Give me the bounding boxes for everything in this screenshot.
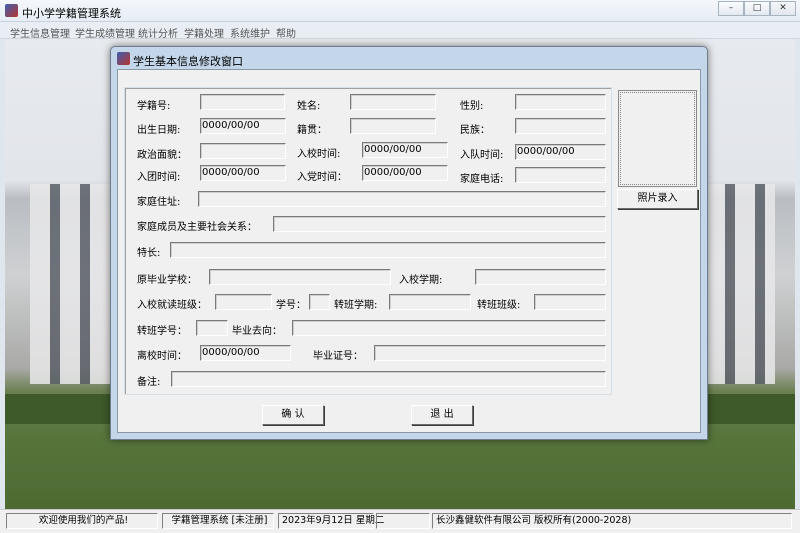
status-date: 2023年9月12日 星期二: [278, 513, 384, 529]
label-transfer-no: 转班学号：: [137, 326, 187, 337]
menu-statistics[interactable]: 统计分析: [138, 25, 178, 40]
label-pioneer-date: 入队时间:: [460, 150, 504, 161]
label-home-phone: 家庭电话:: [460, 174, 504, 185]
label-transfer-class: 转班班级:: [477, 300, 521, 311]
label-diploma-no: 毕业证号：: [313, 351, 363, 362]
label-enroll-term: 入校学期:: [399, 275, 443, 286]
menu-maintenance[interactable]: 系统维护: [230, 25, 270, 40]
home-address-input[interactable]: [198, 191, 606, 207]
label-home-address: 家庭住址:: [137, 197, 181, 208]
label-ethnicity: 民族：: [460, 125, 490, 136]
status-company: 长沙鑫健软件有限公司 版权所有(2000-2028): [432, 513, 792, 529]
app-title-bar: 中小学学籍管理系统 – □ ✕: [0, 0, 800, 22]
app-title: 中小学学籍管理系统: [22, 7, 121, 20]
status-product: 学籍管理系统 [未注册]: [162, 513, 274, 529]
label-enroll-date: 入校时间:: [297, 149, 341, 160]
label-native-place: 籍贯：: [297, 125, 327, 136]
pioneer-date-input[interactable]: 0000/00/00: [515, 144, 606, 160]
enroll-date-input[interactable]: 0000/00/00: [362, 142, 448, 158]
destination-input[interactable]: [292, 320, 606, 336]
student-id-input[interactable]: [200, 94, 285, 110]
label-enroll-class: 入校就读班级：: [137, 300, 207, 311]
seat-no-input[interactable]: [309, 294, 330, 310]
home-phone-input[interactable]: [515, 167, 606, 183]
status-bar: 欢迎使用我们的产品! 学籍管理系统 [未注册] 2023年9月12日 星期二 长…: [0, 509, 800, 533]
label-seat-no: 学号：: [276, 300, 306, 311]
status-blank: [376, 513, 430, 529]
menu-student-info[interactable]: 学生信息管理: [10, 25, 70, 40]
party-date-input[interactable]: 0000/00/00: [362, 165, 448, 181]
label-party-date: 入党时间：: [297, 172, 347, 183]
label-specialty: 特长:: [137, 248, 161, 259]
label-leave-date: 离校时间：: [137, 351, 187, 362]
photo-upload-button[interactable]: 照片录入: [617, 189, 698, 209]
building-left: [30, 184, 115, 384]
label-league-date: 入团时间:: [137, 172, 181, 183]
transfer-no-input[interactable]: [196, 320, 228, 336]
prev-school-input[interactable]: [209, 269, 391, 285]
diploma-no-input[interactable]: [374, 345, 606, 361]
political-status-input[interactable]: [200, 143, 286, 159]
family-input[interactable]: [273, 216, 606, 232]
label-destination: 毕业去向：: [232, 326, 282, 337]
photo-frame[interactable]: [618, 90, 697, 187]
label-student-id: 学籍号:: [137, 101, 171, 112]
label-family: 家庭成员及主要社会关系：: [137, 222, 257, 233]
leave-date-input[interactable]: 0000/00/00: [200, 345, 291, 361]
remarks-input[interactable]: [171, 371, 606, 387]
enroll-class-input[interactable]: [215, 294, 272, 310]
label-remarks: 备注:: [137, 377, 161, 388]
ethnicity-input[interactable]: [515, 118, 606, 134]
enroll-term-input[interactable]: [475, 269, 606, 285]
label-birth-date: 出生日期:: [137, 125, 181, 136]
label-prev-school: 原毕业学校：: [137, 275, 197, 286]
menu-grades[interactable]: 学生成绩管理: [75, 25, 135, 40]
birth-date-input[interactable]: 0000/00/00: [200, 118, 286, 134]
maximize-button[interactable]: □: [744, 1, 770, 16]
label-name: 姓名:: [297, 101, 321, 112]
minimize-button[interactable]: –: [718, 1, 744, 16]
menu-enrollment[interactable]: 学籍处理: [184, 25, 224, 40]
dialog-icon: [117, 52, 130, 65]
transfer-term-input[interactable]: [389, 294, 471, 310]
exit-button[interactable]: 退 出: [411, 405, 473, 425]
close-button[interactable]: ✕: [770, 1, 796, 16]
league-date-input[interactable]: 0000/00/00: [200, 165, 286, 181]
confirm-button[interactable]: 确 认: [262, 405, 324, 425]
specialty-input[interactable]: [170, 242, 606, 258]
dialog-title: 学生基本信息修改窗口: [133, 55, 243, 68]
app-icon: [5, 4, 18, 17]
status-welcome: 欢迎使用我们的产品!: [6, 513, 158, 529]
menu-bar: 学生信息管理 学生成绩管理 统计分析 学籍处理 系统维护 帮助: [0, 22, 800, 40]
transfer-class-input[interactable]: [534, 294, 606, 310]
label-transfer-term: 转班学期:: [334, 300, 378, 311]
label-gender: 性别:: [460, 101, 484, 112]
native-place-input[interactable]: [350, 118, 436, 134]
name-input[interactable]: [350, 94, 436, 110]
menu-help[interactable]: 帮助: [276, 25, 296, 40]
building-right: [705, 184, 775, 384]
label-political-status: 政治面貌：: [137, 150, 187, 161]
gender-input[interactable]: [515, 94, 606, 110]
